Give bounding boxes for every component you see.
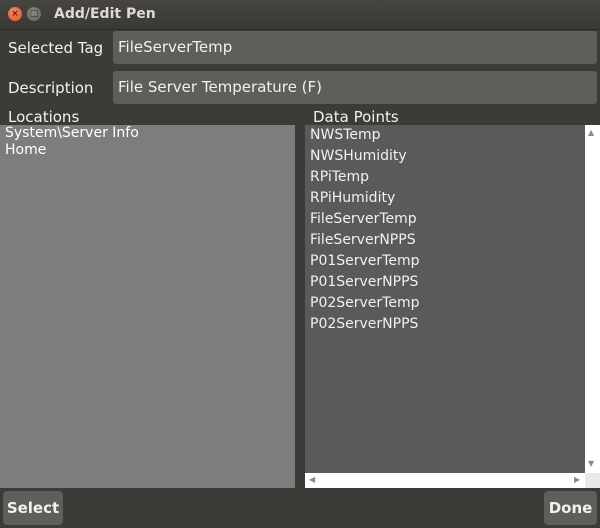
description-input[interactable]: File Server Temperature (F) <box>113 71 597 104</box>
selected-tag-label: Selected Tag <box>8 39 104 57</box>
done-button[interactable]: Done <box>544 491 597 525</box>
data-point-item[interactable]: P02ServerTemp <box>305 293 585 314</box>
locations-header: Locations <box>8 108 80 126</box>
data-point-item[interactable]: NWSTemp <box>305 125 585 146</box>
scroll-down-icon[interactable]: ▼ <box>588 460 594 468</box>
title-bar: × □ Add/Edit Pen <box>0 0 600 30</box>
location-item[interactable]: Home <box>0 142 295 159</box>
data-point-item[interactable]: P01ServerTemp <box>305 251 585 272</box>
maximize-window-button[interactable]: □ <box>27 7 41 21</box>
window-title: Add/Edit Pen <box>54 6 156 22</box>
select-button[interactable]: Select <box>3 491 63 525</box>
data-point-item[interactable]: RPiHumidity <box>305 188 585 209</box>
close-window-button[interactable]: × <box>8 7 22 21</box>
scroll-up-icon[interactable]: ▲ <box>588 129 594 137</box>
data-point-item[interactable]: P02ServerNPPS <box>305 314 585 335</box>
scrollbar-corner <box>585 473 600 488</box>
data-point-item[interactable]: FileServerNPPS <box>305 230 585 251</box>
data-points-vertical-scrollbar[interactable]: ▲ ▼ <box>585 125 600 473</box>
data-points-list[interactable]: NWSTemp NWSHumidity RPiTemp RPiHumidity … <box>305 125 585 473</box>
locations-list[interactable]: System\Server Info Home <box>0 125 295 488</box>
data-point-item[interactable]: NWSHumidity <box>305 146 585 167</box>
panel-splitter[interactable] <box>295 125 305 488</box>
data-point-item[interactable]: FileServerTemp <box>305 209 585 230</box>
data-points-header: Data Points <box>313 108 399 126</box>
data-point-item[interactable]: RPiTemp <box>305 167 585 188</box>
selected-tag-input[interactable]: FileServerTemp <box>113 31 597 64</box>
bottom-bar <box>0 488 600 528</box>
data-point-item[interactable]: P01ServerNPPS <box>305 272 585 293</box>
scroll-right-icon[interactable]: ▶ <box>574 476 580 484</box>
scroll-left-icon[interactable]: ◀ <box>309 476 315 484</box>
description-label: Description <box>8 79 94 97</box>
location-item[interactable]: System\Server Info <box>0 125 295 142</box>
data-points-horizontal-scrollbar[interactable]: ◀ ▶ <box>305 473 585 488</box>
